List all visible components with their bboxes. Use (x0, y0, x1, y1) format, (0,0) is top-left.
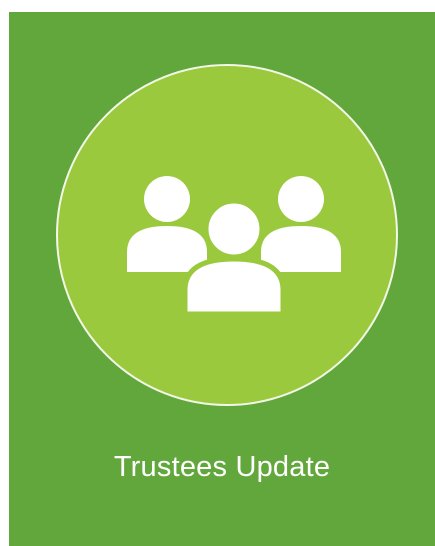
icon-circle (56, 64, 398, 406)
group-users-icon (127, 176, 341, 317)
tile-title: Trustees Update (113, 451, 331, 483)
trustees-update-tile[interactable]: Trustees Update (9, 12, 435, 546)
